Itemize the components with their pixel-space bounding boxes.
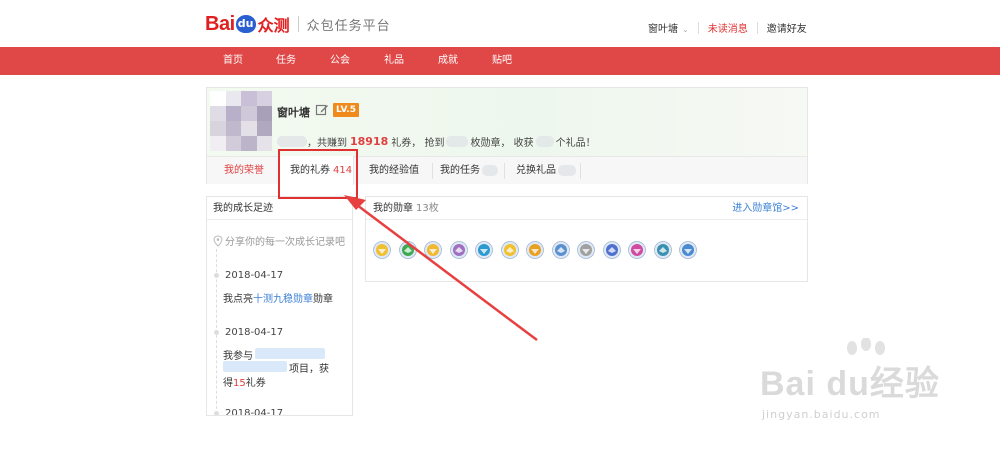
watermark-logo: Bai du经验 — [760, 365, 940, 403]
watermark-url: jingyan.baidu.com — [762, 408, 881, 421]
watermark: Bai du经验 jingyan.baidu.com — [760, 338, 960, 421]
